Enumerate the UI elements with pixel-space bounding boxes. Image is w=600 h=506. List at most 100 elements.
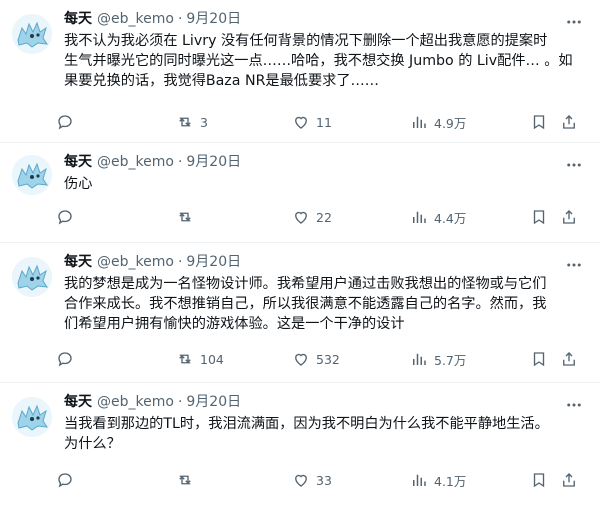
tweet-text: 我不认为我必须在 Livry 没有任何背景的情况下删除一个超出我意愿的提案时 生… (64, 33, 573, 89)
tweet-header: 每天 @eb_kemo · 9月20日 (64, 393, 584, 412)
bookmark-icon (533, 473, 545, 488)
bookmark-button[interactable] (530, 471, 548, 489)
share-icon (563, 473, 575, 487)
reply-bubble-icon (58, 115, 72, 130)
user-handle[interactable]: @eb_kemo (97, 253, 174, 272)
tweet-actions: 33 4.1万 (56, 469, 588, 491)
heart-icon (295, 211, 307, 224)
like-button[interactable]: 33 (292, 471, 332, 489)
reply-button[interactable] (56, 471, 80, 489)
like-count: 22 (316, 209, 332, 225)
reply-button[interactable] (56, 113, 80, 131)
separator-dot: · (177, 154, 183, 170)
blue-creature-avatar-icon (12, 14, 52, 54)
tweet-text: 我的梦想是成为一名怪物设计师。我希望用户通过击败我想出的怪物或与它们 合作来成长… (64, 276, 547, 332)
tweet-text: 伤心 (64, 176, 93, 192)
tweet-date[interactable]: 9月20日 (186, 153, 241, 172)
view-count: 4.9万 (434, 115, 467, 131)
more-dots-icon[interactable] (564, 12, 584, 32)
retweet-icon (179, 212, 191, 222)
blue-creature-avatar-icon (12, 397, 52, 437)
avatar[interactable] (12, 257, 52, 297)
retweet-button[interactable] (176, 208, 200, 226)
tweet-text: 当我看到那边的TL时，我泪流满面，因为我不明白为什么我不能平静地生活。 为什么？ (64, 416, 549, 452)
more-dots-icon[interactable] (564, 155, 584, 175)
share-button[interactable] (560, 350, 578, 368)
view-count: 4.1万 (434, 473, 467, 489)
tweet-feed: 每天 @eb_kemo · 9月20日 我不认为我必须在 Livry 没有任何背… (0, 0, 600, 506)
tweet[interactable]: 每天 @eb_kemo · 9月20日 我的梦想是成为一名怪物设计师。我希望用户… (0, 243, 600, 383)
retweet-count: 3 (200, 114, 208, 130)
retweet-button[interactable] (176, 471, 200, 489)
reply-button[interactable] (56, 350, 80, 368)
retweet-icon (179, 475, 191, 485)
views-button[interactable]: 5.7万 (410, 350, 466, 369)
bookmark-button[interactable] (530, 350, 548, 368)
heart-icon (295, 116, 307, 129)
views-button[interactable]: 4.4万 (410, 208, 466, 227)
share-button[interactable] (560, 208, 578, 226)
tweet[interactable]: 每天 @eb_kemo · 9月20日 当我看到那边的TL时，我泪流满面，因为我… (0, 383, 600, 506)
user-handle[interactable]: @eb_kemo (97, 153, 174, 172)
like-count: 33 (316, 472, 332, 488)
avatar[interactable] (12, 155, 52, 195)
tweet[interactable]: 每天 @eb_kemo · 9月20日 我不认为我必须在 Livry 没有任何背… (0, 0, 600, 143)
tweet-header: 每天 @eb_kemo · 9月20日 (64, 10, 584, 29)
avatar[interactable] (12, 14, 52, 54)
reply-button[interactable] (56, 208, 80, 226)
display-name[interactable]: 每天 (64, 393, 92, 412)
share-icon (563, 352, 575, 366)
like-button[interactable]: 11 (292, 113, 332, 131)
separator-dot: · (177, 254, 183, 270)
retweet-count: 104 (200, 351, 224, 367)
bar-chart-icon (413, 474, 426, 486)
share-icon (563, 210, 575, 224)
reply-bubble-icon (58, 210, 72, 225)
like-button[interactable]: 532 (292, 350, 340, 368)
view-count: 5.7万 (434, 352, 467, 368)
bar-chart-icon (413, 211, 426, 223)
reply-bubble-icon (58, 352, 72, 367)
tweet-actions: 3 11 4.9万 (56, 111, 588, 133)
avatar[interactable] (12, 397, 52, 437)
views-button[interactable]: 4.9万 (410, 113, 466, 132)
retweet-icon (179, 117, 191, 127)
user-handle[interactable]: @eb_kemo (97, 10, 174, 29)
tweet[interactable]: 每天 @eb_kemo · 9月20日 伤心 22 4.4万 (0, 143, 600, 243)
views-button[interactable]: 4.1万 (410, 471, 466, 490)
tweet-header: 每天 @eb_kemo · 9月20日 (64, 153, 584, 172)
blue-creature-avatar-icon (12, 155, 52, 195)
separator-dot: · (177, 394, 183, 410)
tweet-date[interactable]: 9月20日 (186, 393, 241, 412)
user-handle[interactable]: @eb_kemo (97, 393, 174, 412)
tweet-actions: 104 532 5.7万 (56, 348, 588, 370)
retweet-button[interactable]: 104 (176, 350, 224, 368)
reply-bubble-icon (58, 473, 72, 488)
display-name[interactable]: 每天 (64, 10, 92, 29)
heart-icon (295, 353, 307, 366)
display-name[interactable]: 每天 (64, 153, 92, 172)
tweet-header: 每天 @eb_kemo · 9月20日 (64, 253, 584, 272)
share-button[interactable] (560, 113, 578, 131)
display-name[interactable]: 每天 (64, 253, 92, 272)
retweet-button[interactable]: 3 (176, 113, 208, 131)
bookmark-icon (533, 115, 545, 130)
like-button[interactable]: 22 (292, 208, 332, 226)
separator-dot: · (177, 11, 183, 27)
bookmark-icon (533, 210, 545, 225)
retweet-icon (179, 354, 191, 364)
tweet-date[interactable]: 9月20日 (186, 253, 241, 272)
bookmark-button[interactable] (530, 208, 548, 226)
more-dots-icon[interactable] (564, 395, 584, 415)
tweet-date[interactable]: 9月20日 (186, 10, 241, 29)
tweet-actions: 22 4.4万 (56, 206, 588, 228)
bookmark-button[interactable] (530, 113, 548, 131)
bookmark-icon (533, 352, 545, 367)
more-dots-icon[interactable] (564, 255, 584, 275)
like-count: 11 (316, 114, 332, 130)
blue-creature-avatar-icon (12, 257, 52, 297)
view-count: 4.4万 (434, 210, 467, 226)
share-button[interactable] (560, 471, 578, 489)
share-icon (563, 115, 575, 129)
like-count: 532 (316, 351, 340, 367)
